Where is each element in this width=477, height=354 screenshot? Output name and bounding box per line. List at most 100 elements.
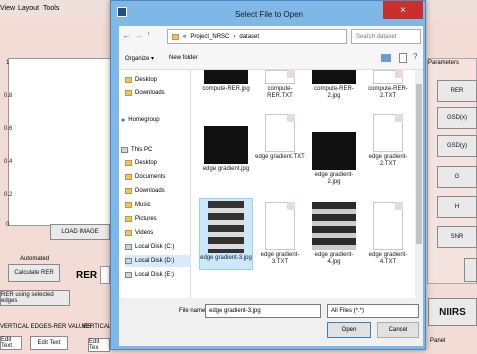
nav-item-videos[interactable]: Videos	[125, 227, 197, 239]
disk-icon	[125, 244, 132, 250]
y-tick: 0.8	[4, 93, 13, 99]
text-file-icon	[265, 202, 295, 250]
file-item[interactable]: compute-RER-2.TXT	[363, 70, 413, 100]
rer-selected-edges-button[interactable]: RER using selected edges	[0, 290, 70, 306]
automated-label: Automated	[20, 256, 50, 262]
music-icon	[125, 202, 132, 208]
documents-icon	[125, 174, 132, 180]
file-list: compute-RER.jpg compute-RER.TXT compute-…	[191, 70, 423, 298]
file-item[interactable]: edge gradient-4.jpg	[309, 202, 359, 266]
close-icon[interactable]: ×	[383, 1, 423, 19]
extra-button[interactable]	[464, 258, 477, 282]
edit-text-field[interactable]: Edit Tex	[88, 338, 110, 352]
view-icon[interactable]	[381, 54, 391, 62]
disk-icon	[125, 258, 132, 264]
dialog-footer: File name: edge gradient-3.jpg All Files…	[119, 298, 423, 346]
menu-view[interactable]: View	[0, 5, 15, 12]
y-tick: 0.4	[4, 159, 13, 165]
rer-value-field	[100, 266, 110, 284]
file-item[interactable]: edge gradient.jpg	[201, 126, 251, 173]
text-file-icon	[373, 202, 403, 250]
homegroup-icon: ●	[121, 116, 126, 124]
file-item[interactable]: edge gradient.TXT	[255, 114, 305, 161]
downloads-icon	[125, 90, 132, 96]
help-icon[interactable]: ?	[413, 52, 417, 61]
h-button[interactable]: H	[437, 196, 477, 218]
rer-button[interactable]: RER	[437, 80, 477, 102]
back-icon[interactable]: ←	[122, 30, 131, 40]
folder-icon	[172, 33, 179, 40]
nav-item-desktop[interactable]: Desktop	[125, 74, 197, 86]
disk-icon	[125, 272, 132, 278]
snr-button[interactable]: SNR	[437, 226, 477, 248]
file-name-label: File name:	[179, 308, 208, 314]
nav-item-disk-e[interactable]: Local Disk (E:)	[125, 269, 197, 281]
text-file-icon	[373, 70, 403, 84]
file-item[interactable]: edge gradient-3.TXT	[255, 202, 305, 266]
file-open-dialog: Select File to Open × ← → ↑ « Project_NR…	[110, 0, 426, 350]
vertical-scrollbar[interactable]	[415, 70, 423, 298]
image-thumbnail-icon	[312, 132, 356, 170]
nav-item-desktop-pc[interactable]: Desktop	[125, 157, 197, 169]
file-item[interactable]: edge gradient-2.TXT	[363, 114, 413, 168]
edit-text-field[interactable]: Edit Text	[0, 336, 22, 350]
nav-item-disk-c[interactable]: Local Disk (C:)	[125, 241, 197, 253]
dialog-title: Select File to Open	[234, 10, 304, 19]
scrollbar-thumb[interactable]	[416, 84, 422, 244]
menu-tools[interactable]: Tools	[43, 5, 59, 12]
downloads-icon	[125, 188, 132, 194]
image-thumbnail-icon	[208, 201, 244, 253]
text-file-icon	[265, 114, 295, 152]
y-tick: 0.2	[4, 192, 13, 198]
pc-icon	[121, 147, 128, 153]
file-name-input[interactable]: edge gradient-3.jpg	[205, 304, 321, 318]
organize-button[interactable]: Organize ▾	[125, 55, 154, 62]
nav-item-this-pc[interactable]: This PC	[121, 144, 193, 156]
vertical-edges-label: VERTICAL EDGES-RER VALUES	[0, 324, 92, 330]
nav-item-downloads-pc[interactable]: Downloads	[125, 185, 197, 197]
nav-item-disk-d[interactable]: Local Disk (D:)	[125, 255, 197, 267]
search-input[interactable]: Search dataset	[351, 29, 421, 44]
y-tick: 0.6	[4, 126, 13, 132]
desktop-icon	[125, 160, 132, 166]
gsd-x-button[interactable]: GSD(x)	[437, 107, 477, 129]
edit-text-field[interactable]: Edit Text	[30, 336, 68, 350]
nav-item-downloads[interactable]: Downloads	[125, 87, 197, 99]
file-item[interactable]: edge gradient-4.TXT	[363, 202, 413, 266]
forward-icon[interactable]: →	[134, 30, 143, 40]
menu-layout[interactable]: Layout	[18, 5, 39, 12]
dialog-toolbar: Organize ▾ New folder ?	[119, 48, 423, 70]
nav-item-music[interactable]: Music	[125, 199, 197, 211]
text-file-icon	[373, 114, 403, 152]
load-image-button[interactable]: LOAD IMAGE	[50, 224, 110, 240]
nav-item-homegroup[interactable]: ● Homegroup	[121, 114, 193, 126]
image-thumbnail-icon	[312, 70, 356, 84]
file-item[interactable]: compute-RER.TXT	[255, 70, 305, 100]
nav-item-documents[interactable]: Documents	[125, 171, 197, 183]
videos-icon	[125, 230, 132, 236]
up-icon[interactable]: ↑	[147, 31, 151, 38]
open-button[interactable]: Open	[327, 322, 371, 338]
gsd-y-button[interactable]: GSD(y)	[437, 135, 477, 157]
navigation-pane: Desktop Downloads ● Homegroup This PC Des…	[119, 70, 197, 298]
breadcrumb-dataset[interactable]: dataset	[239, 34, 259, 40]
breadcrumb-project[interactable]: Project_NRSC	[190, 34, 229, 40]
g-button[interactable]: G	[437, 166, 477, 188]
file-item[interactable]: compute-RER-2.jpg	[309, 70, 359, 100]
file-type-select[interactable]: All Files (*.*)	[327, 304, 419, 318]
panel-label: Panel	[430, 338, 446, 344]
address-bar[interactable]: « Project_NRSC › dataset	[167, 29, 347, 44]
new-folder-button[interactable]: New folder	[169, 55, 198, 61]
image-thumbnail-icon	[312, 202, 356, 250]
file-item[interactable]: compute-RER.jpg	[201, 70, 251, 93]
image-thumbnail-icon	[204, 70, 248, 84]
pictures-icon	[125, 216, 132, 222]
y-tick: 0	[6, 222, 10, 228]
file-item-selected[interactable]: edge gradient-3.jpg	[199, 198, 253, 270]
nav-item-pictures[interactable]: Pictures	[125, 213, 197, 225]
niirs-button[interactable]: NIIRS	[428, 298, 477, 326]
file-item[interactable]: edge gradient-2.jpg	[309, 132, 359, 186]
cancel-button[interactable]: Cancel	[377, 322, 419, 338]
calculate-rer-button[interactable]: Calculate RER	[8, 264, 60, 282]
preview-pane-icon[interactable]	[399, 53, 407, 63]
